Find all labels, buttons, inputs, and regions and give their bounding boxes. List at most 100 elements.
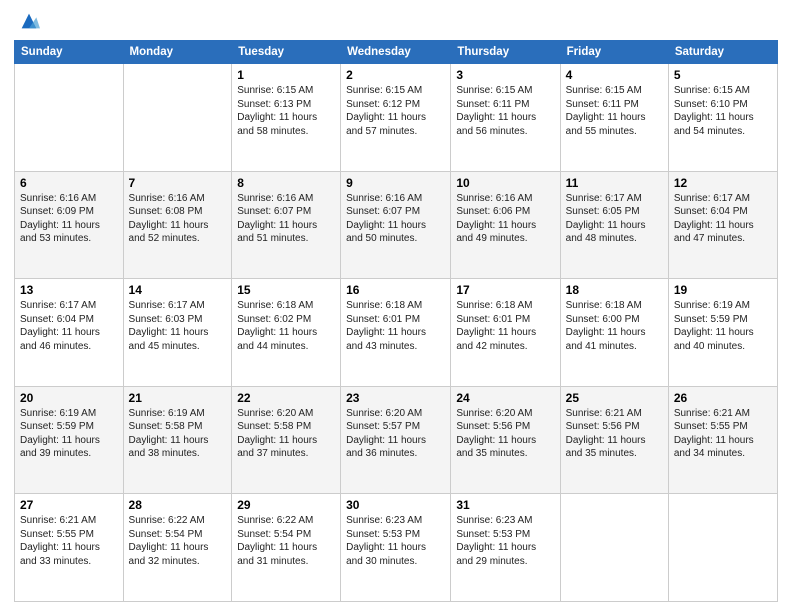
- calendar-week-row: 13 Sunrise: 6:17 AM Sunset: 6:04 PM Dayli…: [15, 279, 778, 387]
- calendar-cell: 16Sunrise: 6:18 AM Sunset: 6:01 PM Dayli…: [341, 279, 451, 387]
- calendar-cell: 19 Sunrise: 6:19 AM Sunset: 5:59 PM Dayli…: [668, 279, 777, 387]
- calendar-week-row: 6Sunrise: 6:16 AM Sunset: 6:09 PM Daylig…: [15, 171, 778, 279]
- day-number: 23: [346, 391, 445, 405]
- day-info: Sunrise: 6:18 AM Sunset: 6:01 PM Dayligh…: [456, 299, 554, 353]
- calendar-cell: 4 Sunrise: 6:15 AM Sunset: 6:11 PM Daylig…: [560, 64, 668, 172]
- day-number: 10: [456, 176, 554, 190]
- day-number: 22: [237, 391, 335, 405]
- day-number: 28: [129, 498, 227, 512]
- day-info: Sunrise: 6:17 AM Sunset: 6:04 PM Dayligh…: [20, 299, 118, 353]
- day-number: 18: [566, 283, 663, 297]
- day-info: Sunrise: 6:21 AM Sunset: 5:55 PM Dayligh…: [674, 407, 772, 461]
- day-number: 25: [566, 391, 663, 405]
- day-number: 24: [456, 391, 554, 405]
- day-info: Sunrise: 6:17 AM Sunset: 6:03 PM Dayligh…: [129, 299, 227, 353]
- day-number: 16: [346, 283, 445, 297]
- calendar-cell: 1 Sunrise: 6:15 AM Sunset: 6:13 PM Daylig…: [232, 64, 341, 172]
- day-number: 27: [20, 498, 118, 512]
- day-number: 29: [237, 498, 335, 512]
- calendar-week-row: 27 Sunrise: 6:21 AM Sunset: 5:55 PM Dayli…: [15, 494, 778, 602]
- page-container: Sunday Monday Tuesday Wednesday Thursday…: [0, 0, 792, 612]
- calendar-cell: 29 Sunrise: 6:22 AM Sunset: 5:54 PM Dayli…: [232, 494, 341, 602]
- day-number: 4: [566, 68, 663, 82]
- day-number: 13: [20, 283, 118, 297]
- calendar-table: Sunday Monday Tuesday Wednesday Thursday…: [14, 40, 778, 602]
- day-number: 19: [674, 283, 772, 297]
- calendar-cell: 2 Sunrise: 6:15 AM Sunset: 6:12 PM Daylig…: [341, 64, 451, 172]
- day-number: 8: [237, 176, 335, 190]
- day-info: Sunrise: 6:22 AM Sunset: 5:54 PM Dayligh…: [237, 514, 335, 568]
- day-number: 17: [456, 283, 554, 297]
- day-info: Sunrise: 6:23 AM Sunset: 5:53 PM Dayligh…: [456, 514, 554, 568]
- day-info: Sunrise: 6:19 AM Sunset: 5:58 PM Dayligh…: [129, 407, 227, 461]
- day-info: Sunrise: 6:15 AM Sunset: 6:13 PM Dayligh…: [237, 84, 335, 138]
- logo-icon: [18, 10, 40, 32]
- day-number: 7: [129, 176, 227, 190]
- day-number: 21: [129, 391, 227, 405]
- calendar-cell: 27 Sunrise: 6:21 AM Sunset: 5:55 PM Dayli…: [15, 494, 124, 602]
- day-number: 11: [566, 176, 663, 190]
- calendar-cell: 7 Sunrise: 6:16 AM Sunset: 6:08 PM Daylig…: [123, 171, 232, 279]
- calendar-week-row: 1 Sunrise: 6:15 AM Sunset: 6:13 PM Daylig…: [15, 64, 778, 172]
- day-info: Sunrise: 6:22 AM Sunset: 5:54 PM Dayligh…: [129, 514, 227, 568]
- col-sunday: Sunday: [15, 41, 124, 64]
- day-number: 6: [20, 176, 118, 190]
- day-info: Sunrise: 6:15 AM Sunset: 6:12 PM Dayligh…: [346, 84, 445, 138]
- calendar-cell: [123, 64, 232, 172]
- day-number: 3: [456, 68, 554, 82]
- calendar-cell: 15 Sunrise: 6:18 AM Sunset: 6:02 PM Dayli…: [232, 279, 341, 387]
- calendar-cell: 28 Sunrise: 6:22 AM Sunset: 5:54 PM Dayli…: [123, 494, 232, 602]
- calendar-header-row: Sunday Monday Tuesday Wednesday Thursday…: [15, 41, 778, 64]
- col-saturday: Saturday: [668, 41, 777, 64]
- col-wednesday: Wednesday: [341, 41, 451, 64]
- day-number: 20: [20, 391, 118, 405]
- day-info: Sunrise: 6:16 AM Sunset: 6:08 PM Dayligh…: [129, 192, 227, 246]
- day-info: Sunrise: 6:16 AM Sunset: 6:07 PM Dayligh…: [237, 192, 335, 246]
- header: [14, 10, 778, 32]
- day-number: 2: [346, 68, 445, 82]
- calendar-cell: 22 Sunrise: 6:20 AM Sunset: 5:58 PM Dayli…: [232, 386, 341, 494]
- day-info: Sunrise: 6:16 AM Sunset: 6:07 PM Dayligh…: [346, 192, 445, 246]
- day-info: Sunrise: 6:20 AM Sunset: 5:56 PM Dayligh…: [456, 407, 554, 461]
- calendar-cell: 23 Sunrise: 6:20 AM Sunset: 5:57 PM Dayli…: [341, 386, 451, 494]
- calendar-cell: 13 Sunrise: 6:17 AM Sunset: 6:04 PM Dayli…: [15, 279, 124, 387]
- day-number: 1: [237, 68, 335, 82]
- calendar-cell: 21 Sunrise: 6:19 AM Sunset: 5:58 PM Dayli…: [123, 386, 232, 494]
- calendar-cell: 10 Sunrise: 6:16 AM Sunset: 6:06 PM Dayli…: [451, 171, 560, 279]
- day-number: 30: [346, 498, 445, 512]
- calendar-cell: [560, 494, 668, 602]
- calendar-cell: [668, 494, 777, 602]
- day-number: 14: [129, 283, 227, 297]
- day-info: Sunrise: 6:17 AM Sunset: 6:05 PM Dayligh…: [566, 192, 663, 246]
- calendar-cell: 6Sunrise: 6:16 AM Sunset: 6:09 PM Daylig…: [15, 171, 124, 279]
- calendar-cell: 30 Sunrise: 6:23 AM Sunset: 5:53 PM Dayli…: [341, 494, 451, 602]
- calendar-cell: [15, 64, 124, 172]
- calendar-week-row: 20Sunrise: 6:19 AM Sunset: 5:59 PM Dayli…: [15, 386, 778, 494]
- calendar-cell: 12Sunrise: 6:17 AM Sunset: 6:04 PM Dayli…: [668, 171, 777, 279]
- day-info: Sunrise: 6:16 AM Sunset: 6:06 PM Dayligh…: [456, 192, 554, 246]
- day-number: 26: [674, 391, 772, 405]
- calendar-cell: 17 Sunrise: 6:18 AM Sunset: 6:01 PM Dayli…: [451, 279, 560, 387]
- day-number: 5: [674, 68, 772, 82]
- calendar-cell: 11 Sunrise: 6:17 AM Sunset: 6:05 PM Dayli…: [560, 171, 668, 279]
- col-tuesday: Tuesday: [232, 41, 341, 64]
- day-info: Sunrise: 6:23 AM Sunset: 5:53 PM Dayligh…: [346, 514, 445, 568]
- day-info: Sunrise: 6:21 AM Sunset: 5:55 PM Dayligh…: [20, 514, 118, 568]
- day-number: 15: [237, 283, 335, 297]
- logo: [14, 10, 40, 32]
- day-info: Sunrise: 6:15 AM Sunset: 6:11 PM Dayligh…: [566, 84, 663, 138]
- col-thursday: Thursday: [451, 41, 560, 64]
- day-number: 31: [456, 498, 554, 512]
- day-info: Sunrise: 6:18 AM Sunset: 6:00 PM Dayligh…: [566, 299, 663, 353]
- day-info: Sunrise: 6:20 AM Sunset: 5:58 PM Dayligh…: [237, 407, 335, 461]
- calendar-cell: 26 Sunrise: 6:21 AM Sunset: 5:55 PM Dayli…: [668, 386, 777, 494]
- day-info: Sunrise: 6:20 AM Sunset: 5:57 PM Dayligh…: [346, 407, 445, 461]
- col-monday: Monday: [123, 41, 232, 64]
- calendar-cell: 14 Sunrise: 6:17 AM Sunset: 6:03 PM Dayli…: [123, 279, 232, 387]
- day-info: Sunrise: 6:19 AM Sunset: 5:59 PM Dayligh…: [674, 299, 772, 353]
- day-number: 9: [346, 176, 445, 190]
- day-info: Sunrise: 6:18 AM Sunset: 6:02 PM Dayligh…: [237, 299, 335, 353]
- calendar-cell: 24 Sunrise: 6:20 AM Sunset: 5:56 PM Dayli…: [451, 386, 560, 494]
- day-number: 12: [674, 176, 772, 190]
- calendar-cell: 3Sunrise: 6:15 AM Sunset: 6:11 PM Daylig…: [451, 64, 560, 172]
